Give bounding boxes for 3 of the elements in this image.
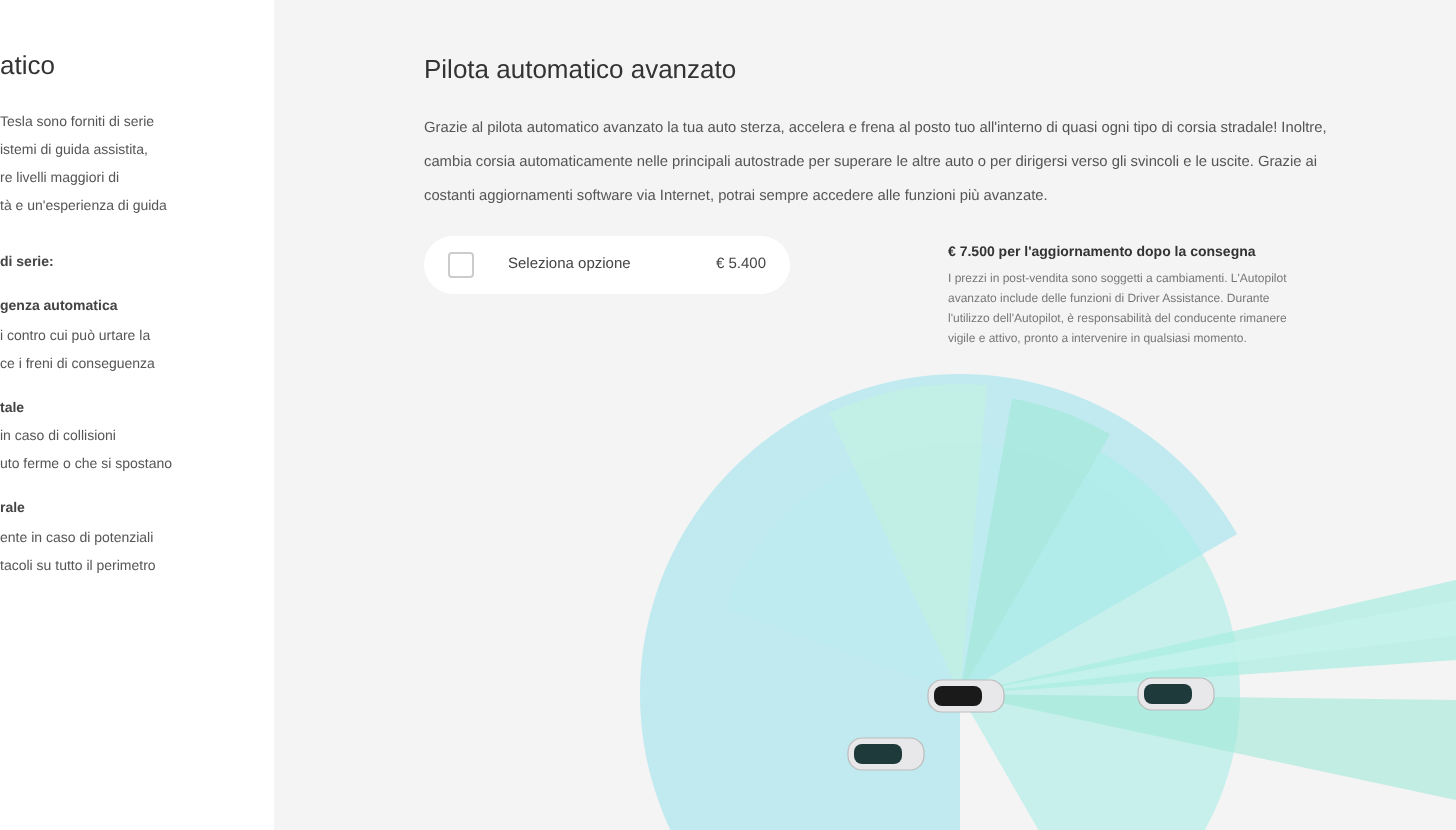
section-title: atico xyxy=(0,48,57,84)
checkbox[interactable] xyxy=(448,251,474,277)
section-title: Pilota automatico avanzato xyxy=(424,52,739,88)
